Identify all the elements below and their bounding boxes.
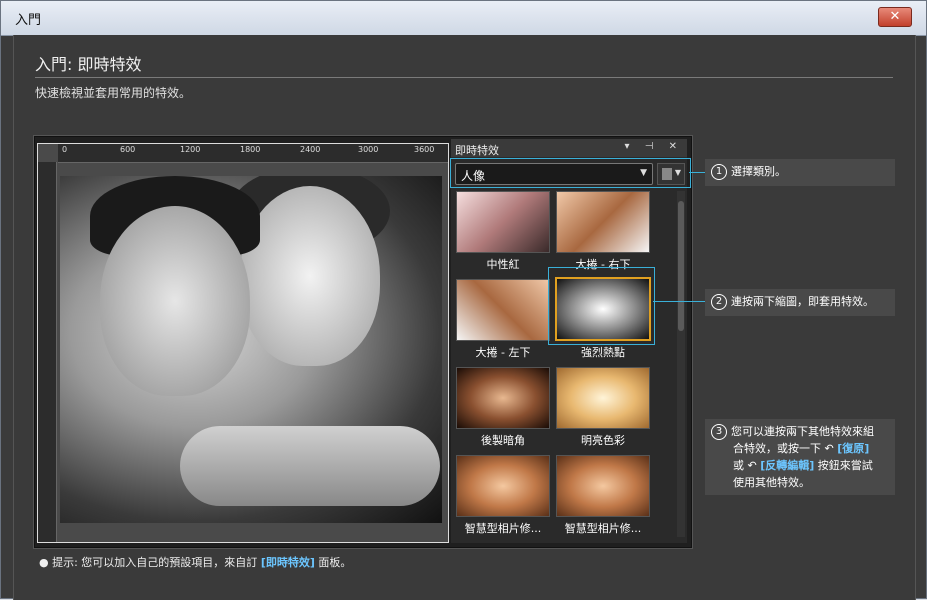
- thumbnail-label: 智慧型相片修...: [564, 522, 642, 535]
- thumbnail-image: [556, 367, 650, 429]
- scrollbar-thumb[interactable]: [678, 201, 684, 331]
- redo-icon: ↶: [747, 459, 757, 472]
- effect-thumbnail[interactable]: 大捲 - 左下: [455, 279, 551, 360]
- callout-connector: [653, 301, 705, 302]
- window-title: 入門: [15, 13, 42, 28]
- thumbnail-label: 智慧型相片修...: [464, 522, 542, 535]
- callout-highlight-thumbnail: [548, 267, 655, 345]
- thumbnail-label: 大捲 - 左下: [475, 346, 531, 359]
- tip-text: ● 提示: 您可以加入自己的預設項目，來自訂 [即時特效] 面板。: [39, 554, 351, 570]
- effect-thumbnail[interactable]: 明亮色彩: [555, 367, 651, 448]
- thumbnail-label: 後製暗角: [481, 434, 525, 447]
- ruler-horizontal: 0 600 1200 1800 2400 3000 3600: [58, 144, 448, 163]
- close-button[interactable]: ✕: [878, 7, 912, 27]
- redo-label: [反轉編輯]: [760, 459, 815, 472]
- thumbnail-label: 明亮色彩: [581, 434, 625, 447]
- callout-connector: [689, 172, 705, 173]
- step-number: 3: [711, 424, 727, 440]
- ruler-label: 1200: [180, 145, 201, 154]
- step-number: 1: [711, 164, 727, 180]
- photo-region: [240, 186, 380, 366]
- thumbnail-image: [456, 367, 550, 429]
- scrollbar[interactable]: [677, 191, 685, 537]
- thumbnail-image: [456, 455, 550, 517]
- panel-header: 即時特效 ▾ ⊣ ✕: [451, 139, 687, 157]
- note-text: 選擇類別。: [731, 165, 786, 178]
- note-text: 合特效，或按一下: [733, 442, 821, 455]
- thumbnail-image: [456, 279, 550, 341]
- tip-link: [即時特效]: [260, 556, 315, 569]
- effect-thumbnail[interactable]: 大捲 - 右下: [555, 191, 651, 272]
- note-step-3: 3 您可以連按兩下其他特效來組 合特效，或按一下 ↶ [復原] 或 ↶ [反轉編輯…: [705, 419, 895, 495]
- note-text: 使用其他特效。: [733, 476, 810, 489]
- thumbnail-label: 強烈熱點: [581, 346, 625, 359]
- panel-title: 即時特效: [455, 144, 499, 157]
- photo-canvas[interactable]: [60, 176, 442, 523]
- ruler-label: 3600: [414, 145, 435, 154]
- page-subtitle: 快速檢視並套用常用的特效。: [35, 86, 192, 100]
- ruler-label: 3000: [358, 145, 379, 154]
- thumbnail-image: [456, 191, 550, 253]
- photo-region: [180, 426, 440, 506]
- title-bar: 入門 ✕: [1, 1, 926, 36]
- ruler-vertical: [38, 162, 57, 542]
- callout-highlight-category: [450, 158, 691, 188]
- tip-prefix: 提示: 您可以加入自己的預設項目，來自訂: [52, 556, 258, 569]
- ruler-label: 2400: [300, 145, 321, 154]
- note-text: 按鈕來嘗試: [817, 459, 873, 472]
- effect-thumbnail[interactable]: 智慧型相片修...: [555, 455, 651, 536]
- page-title: 入門: 即時特效: [35, 55, 142, 74]
- note-step-1: 1 選擇類別。: [705, 159, 895, 186]
- thumbnail-image: [556, 191, 650, 253]
- thumbnail-label: 中性紅: [486, 258, 520, 271]
- tip-suffix: 面板。: [318, 556, 352, 569]
- ruler-label: 0: [62, 145, 68, 154]
- undo-label: [復原]: [837, 442, 870, 455]
- note-text: 您可以連按兩下其他特效來組: [731, 425, 874, 438]
- note-text: 連按兩下縮圖，即套用特效。: [731, 295, 874, 308]
- note-text: 或: [733, 459, 744, 472]
- photo-region: [100, 206, 250, 396]
- note-step-2: 2 連按兩下縮圖，即套用特效。: [705, 289, 895, 316]
- thumbnail-image: [556, 455, 650, 517]
- step-number: 2: [711, 294, 727, 310]
- panel-controls[interactable]: ▾ ⊣ ✕: [625, 141, 683, 152]
- divider: [35, 77, 893, 78]
- effect-thumbnail[interactable]: 後製暗角: [455, 367, 551, 448]
- dialog-window: 入門 ✕ 入門: 即時特效 快速檢視並套用常用的特效。 0 600 1200 1…: [0, 0, 927, 600]
- undo-icon: ↶: [824, 442, 834, 455]
- ruler-label: 1800: [240, 145, 261, 154]
- ruler-label: 600: [120, 145, 136, 154]
- effect-thumbnail[interactable]: 智慧型相片修...: [455, 455, 551, 536]
- bullet-icon: ●: [39, 556, 49, 569]
- effect-thumbnail[interactable]: 中性紅: [455, 191, 551, 272]
- canvas-panel: 0 600 1200 1800 2400 3000 3600: [37, 143, 449, 543]
